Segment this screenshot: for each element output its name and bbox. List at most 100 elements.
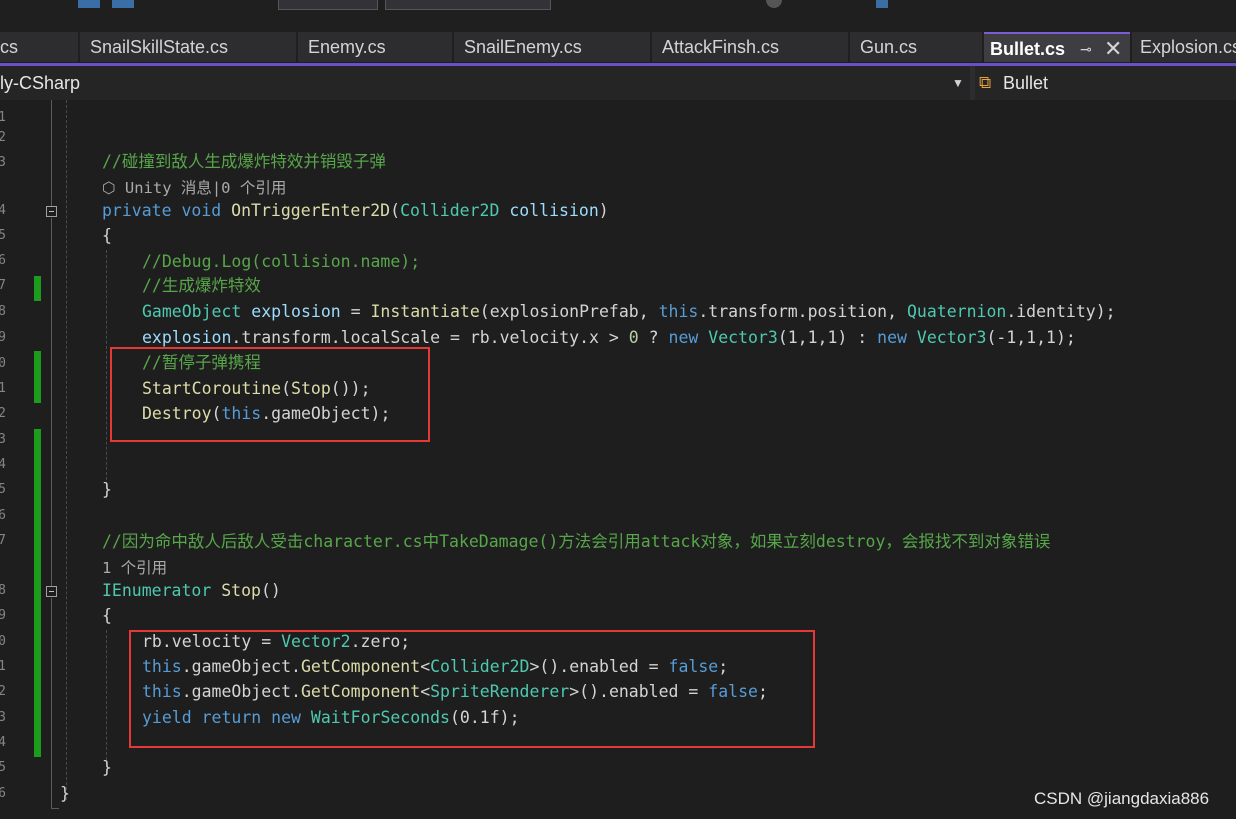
code-token: .identity); — [1006, 302, 1116, 321]
close-icon[interactable]: ✕ — [1104, 34, 1122, 62]
line-number: 3 — [0, 432, 6, 447]
tab-label: AttackFinsh.cs — [662, 37, 780, 57]
toolbar-button[interactable] — [766, 0, 782, 8]
indent-guide — [106, 630, 107, 765]
code-token: (-1,1,1); — [986, 328, 1076, 347]
code-token: 0 — [628, 328, 639, 347]
tab-snailskillstate[interactable]: SnailSkillState.cs — [80, 32, 296, 62]
tab-label: SnailSkillState.cs — [90, 37, 229, 57]
codelens-references[interactable]: ⬡ Unity 消息|0 个引用 — [102, 176, 286, 198]
codelens-references[interactable]: 1 个引用 — [102, 556, 167, 578]
line-number: 1 — [0, 381, 6, 396]
code-token: IEnumerator — [102, 581, 212, 600]
code-token: Vector3 — [708, 328, 778, 347]
code-token: Stop — [221, 581, 261, 600]
line-number: 1 — [0, 659, 6, 674]
code-token: explosion — [142, 328, 232, 347]
code-token: .transform.position, — [698, 302, 907, 321]
fold-outline — [51, 808, 59, 809]
code-token: OnTriggerEnter2D — [231, 201, 391, 220]
line-number: 2 — [0, 406, 6, 421]
code-brace: { — [102, 606, 112, 625]
line-number: 7 — [0, 533, 6, 548]
code-brace: } — [102, 480, 112, 499]
line-number: 5 — [0, 482, 6, 497]
project-dropdown[interactable]: ly-CSharp — [0, 66, 970, 100]
code-editor[interactable]: 1 2 3 4 5 6 7 8 9 0 1 2 3 4 5 6 7 8 9 0 … — [0, 100, 1236, 819]
tab-explosion[interactable]: Explosion.cs — [1132, 32, 1236, 62]
code-token: = — [340, 302, 371, 321]
line-number: 0 — [0, 356, 6, 371]
fold-outline — [51, 598, 52, 808]
code-token: Instantiate — [370, 302, 480, 321]
chevron-down-icon[interactable]: ▼ — [952, 66, 964, 100]
line-number: 7 — [0, 278, 6, 293]
code-token: Collider2D — [400, 201, 500, 220]
line-number: 8 — [0, 583, 6, 598]
collapse-icon[interactable] — [46, 206, 57, 217]
tab-attackfinsh[interactable]: AttackFinsh.cs — [652, 32, 848, 62]
line-number: 2 — [0, 684, 6, 699]
tab-snailenemy[interactable]: SnailEnemy.cs — [454, 32, 650, 62]
line-number: 9 — [0, 330, 6, 345]
code-comment: //生成爆炸特效 — [142, 276, 261, 295]
code-token: void — [181, 201, 222, 220]
code-comment: //因为命中敌人后敌人受击character.cs中TakeDamage()方法… — [102, 532, 1051, 551]
code-line: private void OnTriggerEnter2D(Collider2D… — [102, 201, 609, 221]
code-token: GameObject — [142, 302, 242, 321]
tab-label: Explosion.cs — [1140, 37, 1236, 57]
line-number: 6 — [0, 508, 6, 523]
collapse-icon[interactable] — [46, 586, 57, 597]
indent-guide — [66, 100, 67, 800]
indent-guide — [106, 250, 107, 480]
code-line: IEnumerator Stop() — [102, 581, 281, 601]
tab-gun[interactable]: Gun.cs — [850, 32, 982, 62]
tab-enemy[interactable]: Enemy.cs — [298, 32, 452, 62]
tab-0[interactable]: cs — [0, 32, 78, 62]
tab-label: cs — [0, 37, 18, 57]
line-number: 1 — [0, 110, 6, 125]
line-number: 6 — [0, 786, 6, 801]
line-number: 5 — [0, 228, 6, 243]
class-dropdown[interactable]: ⧉ Bullet — [975, 66, 1236, 100]
toolbar — [0, 0, 1236, 30]
line-number: 4 — [0, 735, 6, 750]
tab-label: SnailEnemy.cs — [464, 37, 582, 57]
change-marker — [34, 429, 41, 757]
line-number: 5 — [0, 760, 6, 775]
code-token: explosion — [251, 302, 341, 321]
line-number: 2 — [0, 130, 6, 145]
code-token: () — [260, 581, 281, 600]
class-name: Bullet — [1003, 73, 1049, 93]
fold-outline — [51, 100, 52, 206]
tab-bullet[interactable]: Bullet.cs ⊸ ✕ — [984, 32, 1130, 62]
watermark: CSDN @jiangdaxia886 — [1034, 789, 1210, 808]
code-token: new — [668, 328, 699, 347]
code-line: GameObject explosion = Instantiate(explo… — [142, 302, 1116, 322]
code-comment: //碰撞到敌人生成爆炸特效并销毁子弹 — [102, 152, 386, 171]
toolbar-button[interactable] — [78, 0, 100, 8]
code-token: (explosionPrefab, — [479, 302, 659, 321]
line-number: 3 — [0, 710, 6, 725]
toolbar-dropdown[interactable] — [385, 0, 551, 10]
toolbar-dropdown[interactable] — [278, 0, 378, 10]
change-marker — [34, 351, 41, 403]
tab-label: Enemy.cs — [308, 37, 386, 57]
highlight-box — [129, 630, 815, 748]
code-token: ( — [390, 201, 401, 220]
toolbar-button[interactable] — [876, 0, 888, 8]
line-number: 4 — [0, 457, 6, 472]
tab-label: Gun.cs — [860, 37, 918, 57]
line-number: 8 — [0, 304, 6, 319]
toolbar-button[interactable] — [112, 0, 134, 8]
code-line: explosion.transform.localScale = rb.velo… — [142, 328, 1076, 348]
pin-icon[interactable]: ⊸ — [1080, 34, 1092, 62]
class-icon: ⧉ — [979, 73, 992, 92]
code-comment: //Debug.Log(collision.name); — [142, 252, 421, 271]
